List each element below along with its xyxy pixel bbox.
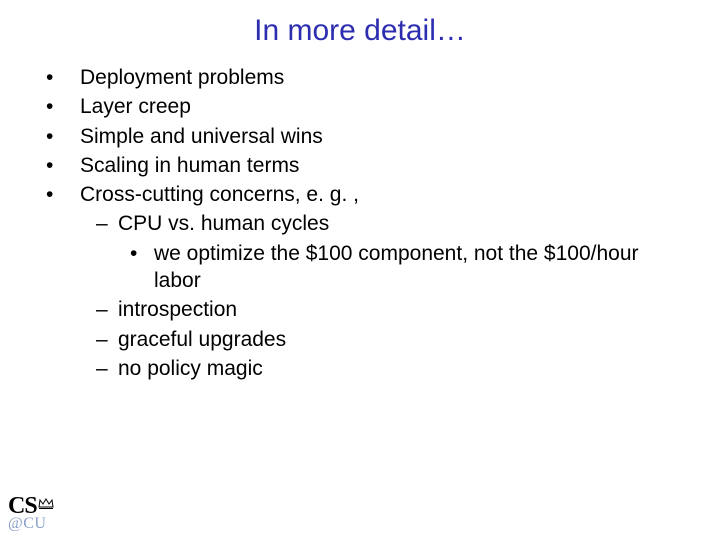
sub-bullet-item: – CPU vs. human cycles [96,210,690,237]
bullet-item: • Cross-cutting concerns, e. g. , [46,181,690,208]
sub-bullet-item: – no policy magic [96,355,690,382]
bullet-text: Simple and universal wins [80,123,690,150]
bullet-text: Scaling in human terms [80,152,690,179]
sub-sub-bullet-item: • we optimize the $100 component, not th… [130,240,690,295]
bullet-text: no policy magic [118,355,690,382]
bullet-item: • Layer creep [46,93,690,120]
bullet-item: • Simple and universal wins [46,123,690,150]
bullet-dash-icon: – [96,326,118,353]
bullet-text: Cross-cutting concerns, e. g. , [80,181,690,208]
bullet-text: graceful upgrades [118,326,690,353]
bullet-dash-icon: – [96,296,118,323]
bullet-item: • Deployment problems [46,64,690,91]
bullet-dot-icon: • [46,181,80,208]
logo-cu-text: @CU [8,516,54,532]
bullet-dot-icon: • [130,240,154,267]
logo: CS @CU [8,494,54,532]
bullet-dash-icon: – [96,355,118,382]
bullet-dot-icon: • [46,93,80,120]
sub-bullet-item: – introspection [96,296,690,323]
bullet-dot-icon: • [46,152,80,179]
bullet-text: introspection [118,296,690,323]
bullet-dot-icon: • [46,123,80,150]
slide-title: In more detail… [0,0,720,48]
slide-content: • Deployment problems • Layer creep • Si… [46,64,690,382]
sub-bullet-item: – graceful upgrades [96,326,690,353]
crown-icon [38,496,54,514]
slide: In more detail… • Deployment problems • … [0,0,720,540]
bullet-dash-icon: – [96,210,118,237]
bullet-dot-icon: • [46,64,80,91]
bullet-text: Layer creep [80,93,690,120]
bullet-item: • Scaling in human terms [46,152,690,179]
bullet-text: CPU vs. human cycles [118,210,690,237]
bullet-text: we optimize the $100 component, not the … [154,240,690,295]
bullet-text: Deployment problems [80,64,690,91]
